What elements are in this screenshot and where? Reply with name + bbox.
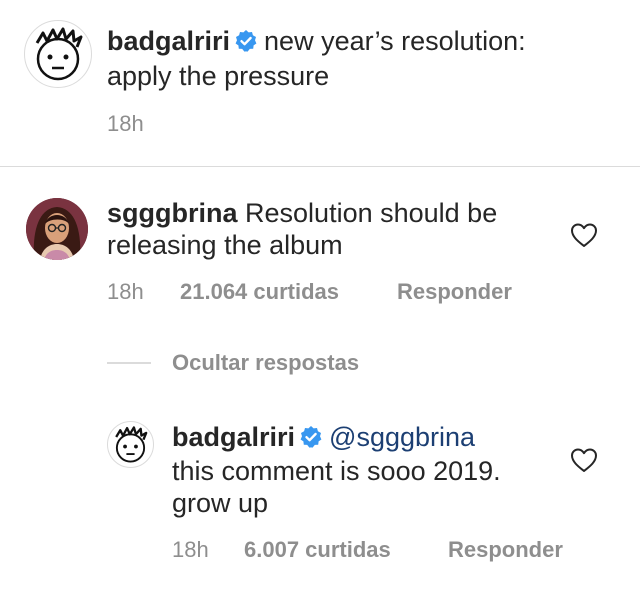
reply-timestamp: 18h <box>172 537 209 562</box>
cartoon-face-avatar-image <box>35 27 83 81</box>
comment-reply-button[interactable]: Responder <box>397 279 512 305</box>
hide-replies-button[interactable]: Ocultar respostas <box>172 350 359 376</box>
reply-avatar[interactable] <box>107 421 154 468</box>
heart-outline-icon <box>571 448 597 472</box>
caption-line-1: badgalriri new year’s resolution: <box>107 25 526 57</box>
caption-timestamp: 18h <box>107 111 144 136</box>
reply-reply-button[interactable]: Responder <box>448 537 563 563</box>
caption-avatar[interactable] <box>24 20 92 88</box>
comment-timestamp: 18h <box>107 279 144 304</box>
reply-mention-link[interactable]: @sgggbrina <box>329 422 475 452</box>
comment-line-1: sgggbrina Resolution should be <box>107 197 497 229</box>
reply-likes-count[interactable]: 6.007 curtidas <box>244 537 391 563</box>
caption-username[interactable]: badgalriri <box>107 26 230 56</box>
reply-text-line-1: this comment is sooo 2019. <box>172 456 501 486</box>
verified-badge-icon <box>235 30 257 52</box>
reply-like-button[interactable] <box>570 447 598 478</box>
cartoon-face-avatar-image <box>115 426 148 463</box>
comment-avatar[interactable] <box>26 198 88 260</box>
profile-photo-image <box>26 198 88 260</box>
comment-text-line-2: releasing the album <box>107 230 343 260</box>
comment-text-line-1: Resolution should be <box>245 198 498 228</box>
caption-text-line-1: new year’s resolution: <box>264 26 526 56</box>
comment-username[interactable]: sgggbrina <box>107 198 238 228</box>
comment-likes-count[interactable]: 21.064 curtidas <box>180 279 339 305</box>
comment-like-button[interactable] <box>570 222 598 253</box>
hide-replies-line <box>107 362 151 364</box>
reply-line-1: badgalriri @sgggbrina <box>172 421 475 453</box>
heart-outline-icon <box>571 223 597 247</box>
reply-username[interactable]: badgalriri <box>172 422 295 452</box>
caption-divider <box>0 166 640 167</box>
reply-text-line-2: grow up <box>172 488 269 518</box>
caption-text-line-2: apply the pressure <box>107 61 330 91</box>
verified-badge-icon <box>300 426 322 448</box>
